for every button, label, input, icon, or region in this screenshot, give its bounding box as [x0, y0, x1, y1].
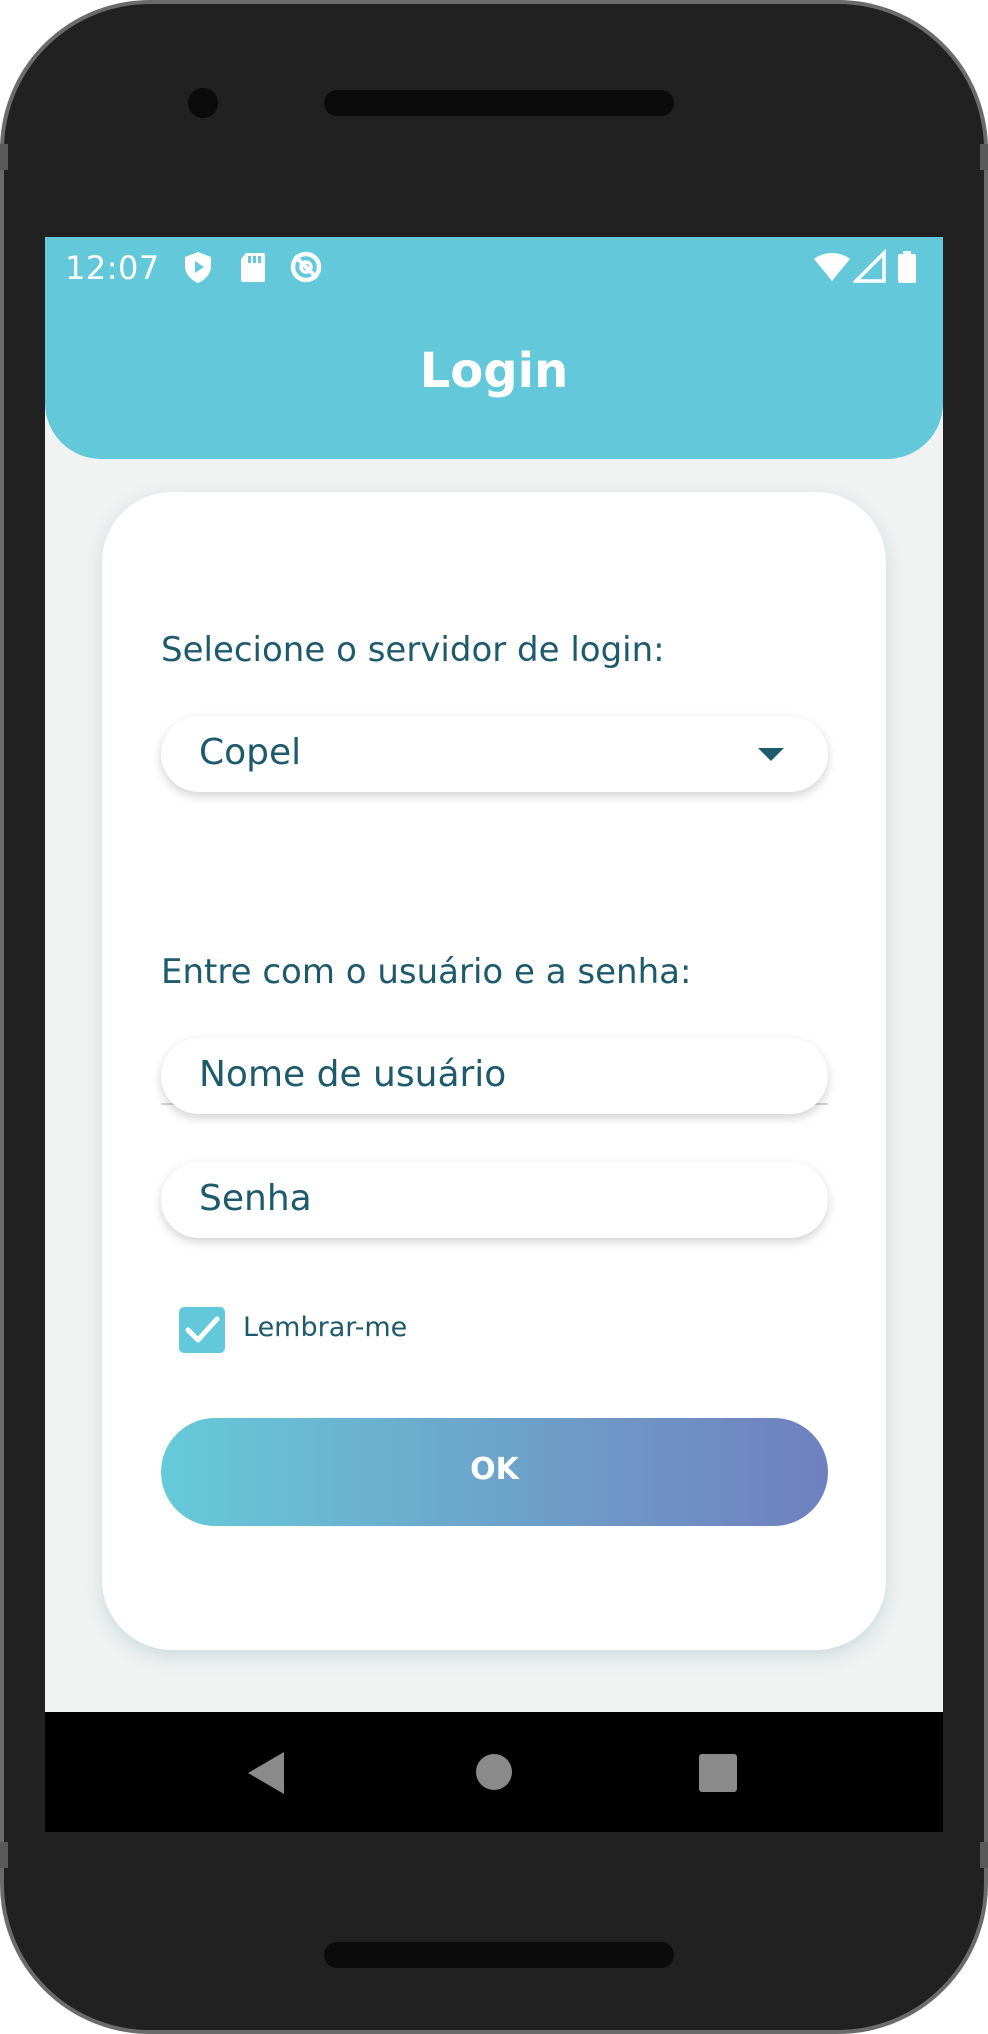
ok-button-label: OK: [470, 1452, 519, 1487]
navigation-bar: [45, 1712, 943, 1832]
remember-me-label[interactable]: Lembrar-me: [243, 1312, 407, 1343]
back-icon[interactable]: [248, 1752, 284, 1794]
checkmark-icon: [185, 1316, 220, 1343]
credentials-label: Entre com o usuário e a senha:: [161, 952, 692, 992]
ok-button[interactable]: OK: [161, 1418, 828, 1526]
shield-play-icon: [185, 252, 211, 283]
server-dropdown[interactable]: Copel: [161, 716, 828, 792]
side-rail-top-left: [0, 144, 8, 170]
wifi-icon: [814, 253, 850, 281]
data-saver-icon: [290, 251, 322, 283]
sd-card-icon: [241, 253, 265, 282]
app-bar: 12:07 Login: [45, 237, 943, 459]
recents-icon[interactable]: [699, 1754, 737, 1792]
home-icon[interactable]: [476, 1754, 512, 1790]
front-camera: [188, 88, 218, 118]
username-field[interactable]: Nome de usuário: [161, 1038, 828, 1114]
page-title: Login: [419, 343, 569, 399]
password-placeholder: Senha: [199, 1178, 312, 1219]
side-rail-bottom-left: [0, 1842, 8, 1868]
battery-icon: [898, 251, 916, 283]
status-time: 12:07: [65, 249, 160, 287]
side-rail-bottom-right: [980, 1842, 988, 1868]
status-bar: 12:07: [45, 237, 943, 297]
server-dropdown-value: Copel: [199, 732, 302, 773]
password-field[interactable]: Senha: [161, 1162, 828, 1238]
bottom-speaker: [324, 1942, 674, 1968]
login-card: Selecione o servidor de login: Copel Ent…: [102, 492, 886, 1650]
earpiece-speaker: [324, 90, 674, 116]
remember-me-checkbox[interactable]: [179, 1307, 225, 1353]
username-placeholder: Nome de usuário: [199, 1054, 507, 1095]
signal-icon: [853, 249, 886, 283]
server-label: Selecione o servidor de login:: [161, 630, 665, 670]
chevron-down-icon: [758, 748, 784, 761]
screen: 12:07 Login Selecione o servidor de logi…: [45, 237, 943, 1832]
side-rail-top-right: [980, 144, 988, 170]
